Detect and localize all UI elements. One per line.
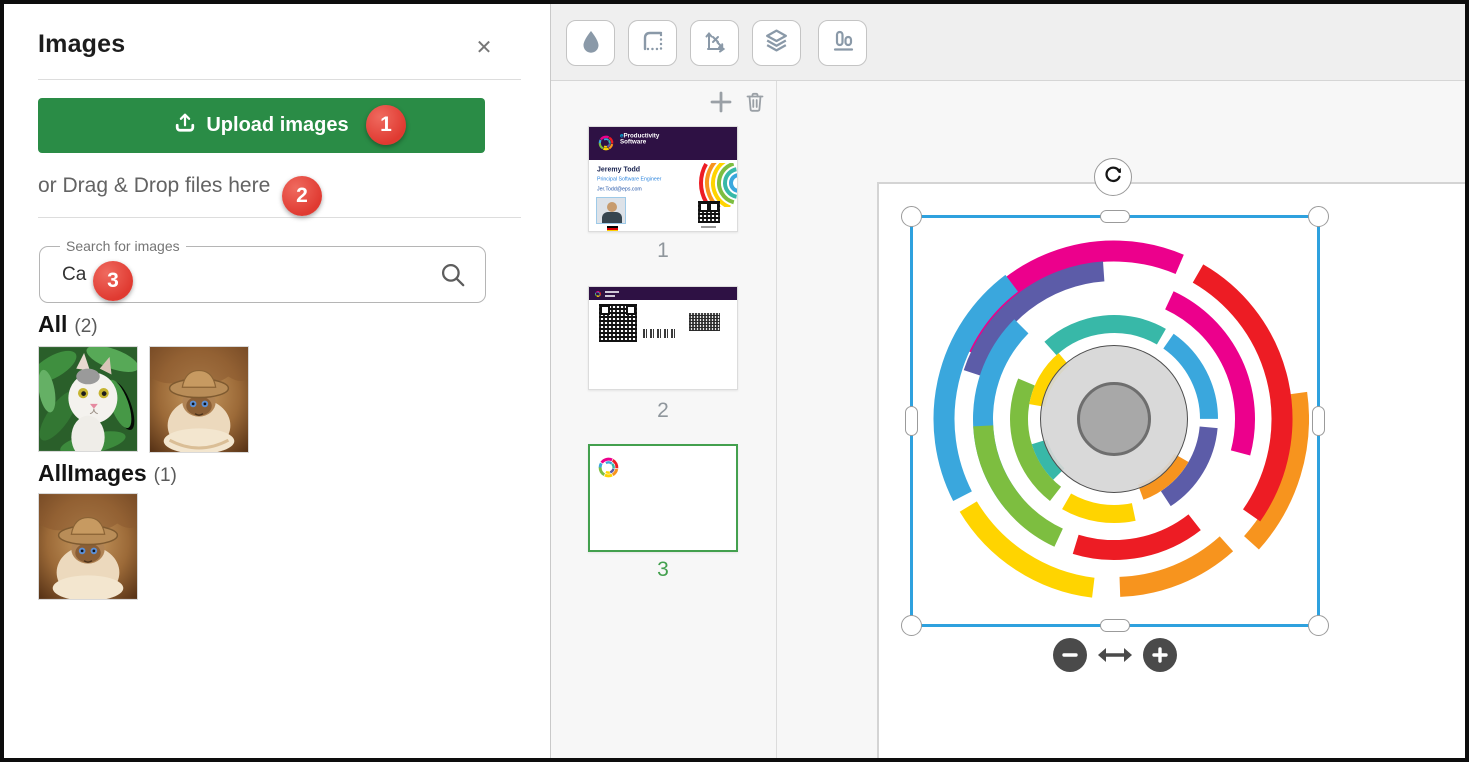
- group-count: (1): [154, 465, 177, 487]
- upload-icon: [174, 112, 196, 139]
- canvas-toolbar: [551, 4, 1465, 81]
- card-person-role: Principal Software Engineer: [597, 176, 661, 182]
- shrink-button[interactable]: [1053, 638, 1087, 672]
- barcode: [643, 329, 677, 338]
- image-thumbnail-cat-hat[interactable]: [38, 493, 138, 600]
- drag-drop-text: or Drag & Drop files here: [38, 174, 270, 198]
- position-axis-button[interactable]: [690, 20, 739, 66]
- upload-images-button[interactable]: Upload images: [38, 98, 485, 153]
- group-name: AllImages: [38, 460, 147, 487]
- rotate-handle[interactable]: [1094, 158, 1132, 196]
- page-thumbnail-2[interactable]: [588, 286, 738, 390]
- resize-handle-s[interactable]: [1100, 619, 1130, 632]
- delete-page-button[interactable]: [743, 90, 767, 119]
- group-count: (2): [74, 316, 97, 338]
- border-style-button[interactable]: [628, 20, 677, 66]
- brand-swirl-logo: [594, 290, 602, 298]
- resize-horizontal-icon: [1097, 644, 1133, 666]
- resize-handle-se[interactable]: [1308, 615, 1329, 636]
- resize-handle-e[interactable]: [1312, 406, 1325, 436]
- resize-handle-n[interactable]: [1100, 210, 1130, 223]
- close-icon[interactable]: ✕: [470, 34, 498, 62]
- page-number: 1: [588, 239, 738, 263]
- search-input-value: Ca: [62, 247, 86, 302]
- brand-swirl-logo: [595, 454, 622, 481]
- color-drop-button[interactable]: [566, 20, 615, 66]
- card-person-name: Jeremy Todd: [597, 166, 640, 174]
- germany-flag: [607, 226, 618, 232]
- resize-handle-sw[interactable]: [901, 615, 922, 636]
- app-window: Images ✕ Upload images 1 or Drag & Drop …: [0, 0, 1469, 762]
- statistics-align-button[interactable]: [818, 20, 867, 66]
- enlarge-button[interactable]: [1143, 638, 1177, 672]
- card-header: eProductivity Software: [589, 127, 737, 160]
- annotation-badge-2: 2: [282, 176, 322, 216]
- resize-handle-w[interactable]: [905, 406, 918, 436]
- panel-title: Images: [38, 30, 125, 59]
- pages-panel: eProductivity Software Jeremy Todd Princ…: [551, 81, 777, 758]
- color-drop-icon: [578, 28, 604, 59]
- layers-button[interactable]: [752, 20, 801, 66]
- divider: [38, 79, 521, 80]
- upload-button-label: Upload images: [206, 114, 348, 137]
- page-number: 3: [588, 558, 738, 582]
- resize-handle-nw[interactable]: [901, 206, 922, 227]
- brand-swirl-logo: [596, 133, 616, 153]
- resize-handle-ne[interactable]: [1308, 206, 1329, 227]
- person-photo: [596, 197, 626, 224]
- qr-caption: [701, 226, 716, 228]
- qr-code: [698, 201, 720, 223]
- page-thumbnail-1[interactable]: eProductivity Software Jeremy Todd Princ…: [588, 126, 738, 232]
- image-thumbnail-cat-leaves[interactable]: [38, 346, 138, 452]
- group-name: All: [38, 311, 67, 338]
- brand-name: eProductivity Software: [620, 133, 659, 145]
- annotation-badge-1: 1: [366, 105, 406, 145]
- border-style-icon: [640, 28, 666, 59]
- page-thumbnail-3-selected[interactable]: [588, 444, 738, 552]
- position-axis-icon: [702, 28, 728, 59]
- search-icon[interactable]: [439, 261, 467, 294]
- card-header: [589, 287, 737, 300]
- divider: [38, 217, 521, 218]
- card-person-email: Jer.Todd@eps.com: [597, 186, 642, 192]
- datamatrix-code: [689, 313, 720, 331]
- rotate-icon: [1103, 164, 1124, 190]
- image-group-all: All (2): [38, 311, 98, 338]
- qr-code: [599, 304, 637, 342]
- design-canvas[interactable]: [777, 81, 1465, 758]
- annotation-badge-3: 3: [93, 261, 133, 301]
- image-thumbnail-cat-hat[interactable]: [149, 346, 249, 453]
- image-group-allimages: AllImages (1): [38, 460, 177, 487]
- images-panel: Images ✕ Upload images 1 or Drag & Drop …: [4, 4, 551, 758]
- selection-box[interactable]: [910, 215, 1320, 627]
- add-page-button[interactable]: [708, 89, 734, 120]
- page-number: 2: [588, 399, 738, 423]
- layers-icon: [763, 27, 790, 59]
- statistics-align-icon: [830, 28, 856, 59]
